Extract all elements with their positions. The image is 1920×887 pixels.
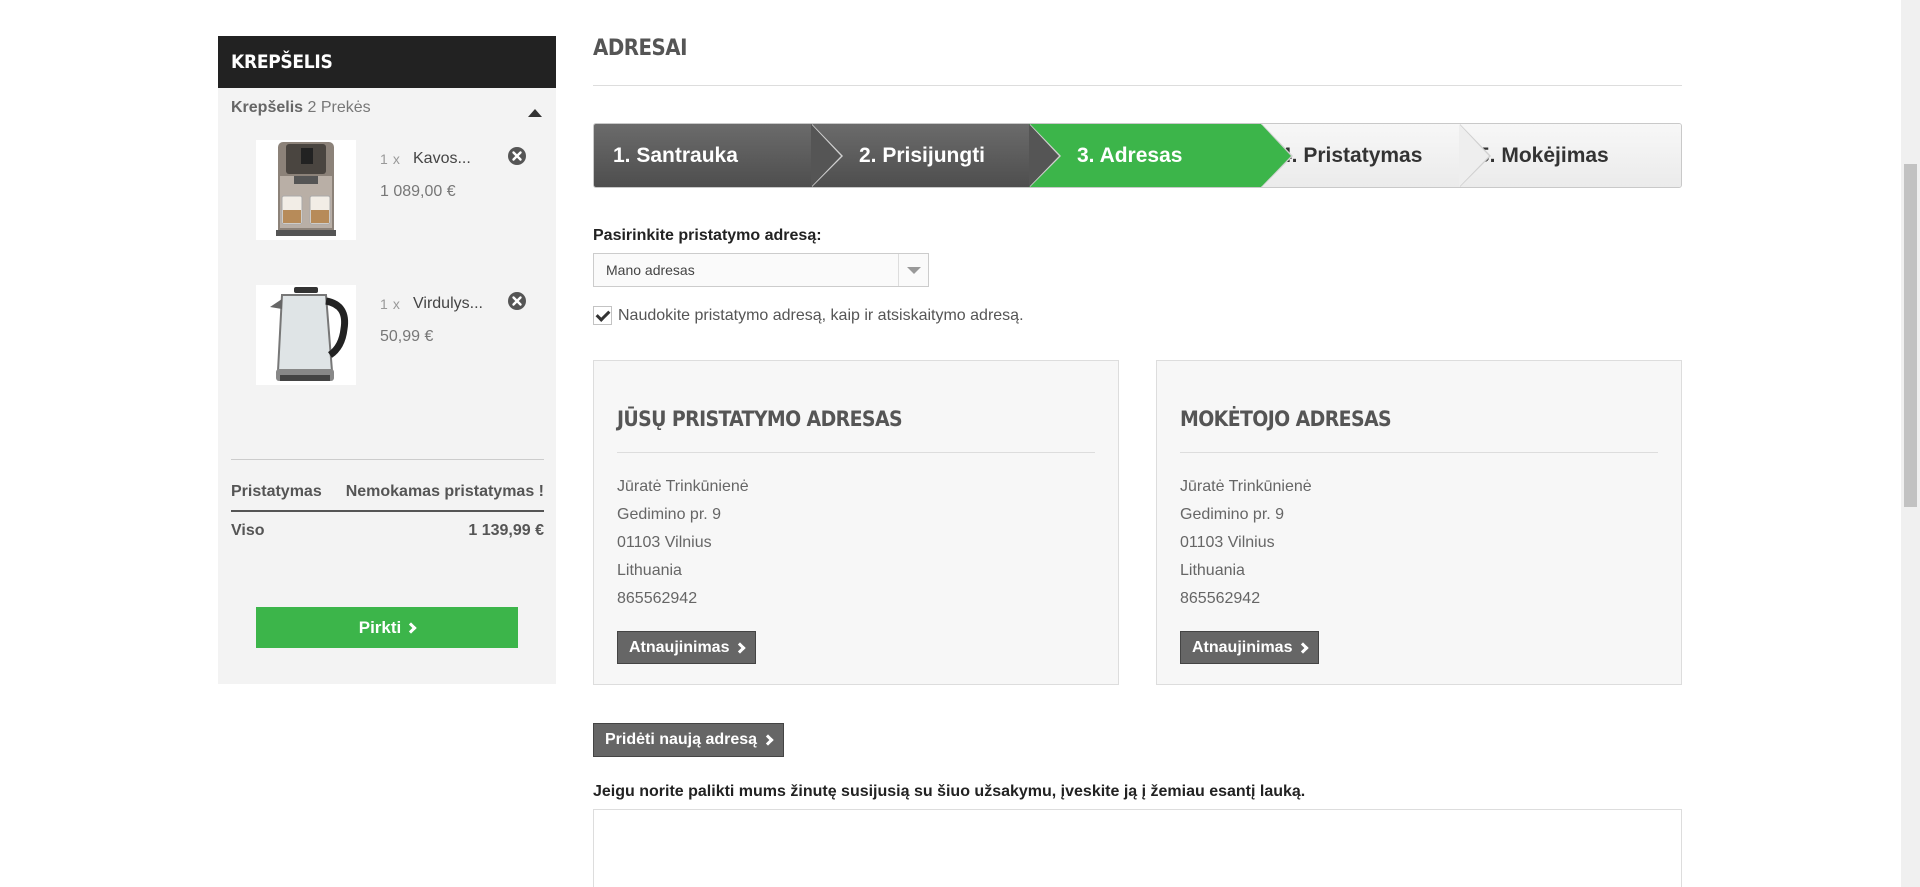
same-address-label: Naudokite pristatymo adresą, kaip ir ats… (618, 306, 1024, 324)
order-message-label: Jeigu norite palikti mums žinutę susijus… (593, 783, 1306, 800)
update-button-label: Atnaujinimas (629, 638, 730, 656)
chevron-down-icon (907, 267, 921, 274)
total-label: Viso (231, 522, 265, 539)
checkout-steps: 5. Mokėjimas 4. Pristatymas 3. Adresas 2… (593, 123, 1682, 188)
total-value: 1 139,99 € (468, 522, 544, 539)
collapse-up-icon[interactable] (528, 109, 542, 117)
same-address-checkbox[interactable] (593, 306, 612, 325)
item-name-link[interactable]: Kavos... (413, 150, 471, 168)
update-delivery-address-button[interactable]: Atnaujinimas (617, 631, 757, 664)
step-arrow (1029, 124, 1059, 187)
item-qty: 1 (380, 151, 388, 167)
address-line: Gedimino pr. 9 (1180, 506, 1285, 523)
title-divider (593, 85, 1682, 86)
address-line: Lithuania (1180, 562, 1245, 579)
step-payment: 5. Mokėjimas (1459, 124, 1681, 187)
cart-item: 1 x Virdulys... 50,99 € (218, 285, 556, 430)
item-qty: 1 (380, 296, 388, 312)
billing-address-title: MOKĖTOJO ADRESAS (1180, 403, 1658, 453)
address-line: Jūratė Trinkūnienė (1180, 478, 1312, 495)
dropdown-toggle[interactable] (898, 254, 928, 286)
cart-summary-label: Krepšelis (231, 99, 304, 116)
address-line: Jūratė Trinkūnienė (617, 478, 749, 495)
cart-item: 1 x Kavos... 1 089,00 € (218, 140, 556, 285)
buy-button[interactable]: Pirkti (256, 607, 518, 648)
chevron-right-icon (734, 641, 747, 654)
page-title: ADRESAI (593, 36, 687, 61)
item-price: 50,99 € (380, 328, 434, 345)
add-address-label: Pridėti naują adresą (605, 731, 758, 748)
update-billing-address-button[interactable]: Atnaujinimas (1180, 631, 1320, 664)
shipping-row: Pristatymas Nemokamas pristatymas ! (231, 460, 544, 512)
buy-button-label: Pirkti (358, 617, 402, 637)
item-name-link[interactable]: Virdulys... (413, 295, 483, 313)
same-address-option[interactable]: Naudokite pristatymo adresą, kaip ir ats… (593, 306, 1024, 325)
remove-item-icon[interactable] (507, 146, 527, 166)
step-address: 3. Adresas (1029, 124, 1293, 187)
address-line: 865562942 (617, 590, 698, 607)
step-arrow (1261, 124, 1291, 187)
step-arrow (811, 124, 841, 187)
address-line: Gedimino pr. 9 (617, 506, 722, 523)
step-label: 5. Mokėjimas (1478, 144, 1609, 167)
update-button-label: Atnaujinimas (1192, 638, 1293, 656)
step-summary[interactable]: 1. Santrauka (594, 124, 843, 187)
chevron-right-icon (405, 621, 417, 634)
step-arrow (1459, 124, 1489, 187)
cart-sidebar: KREPŠELIS Krepšelis 2 Prekės 1 x Kavos..… (218, 36, 556, 684)
billing-address-lines: Jūratė Trinkūnienė Gedimino pr. 9 01103 … (1180, 473, 1658, 613)
address-line: 01103 Vilnius (617, 534, 712, 551)
address-select-value: Mano adresas (606, 262, 695, 278)
address-line: 865562942 (1180, 590, 1261, 607)
cart-title: KREPŠELIS (218, 36, 556, 88)
step-label: 2. Prisijungti (859, 144, 986, 167)
address-line: Lithuania (617, 562, 682, 579)
step-login[interactable]: 2. Prisijungti (811, 124, 1061, 187)
chevron-right-icon (1297, 641, 1310, 654)
scrollbar-thumb[interactable] (1904, 164, 1917, 507)
coffee-machine-image[interactable] (256, 140, 356, 240)
delivery-address-box: JŪSŲ PRISTATYMO ADRESAS Jūratė Trinkūnie… (593, 360, 1119, 685)
billing-address-box: MOKĖTOJO ADRESAS Jūratė Trinkūnienė Gedi… (1156, 360, 1682, 685)
shipping-value: Nemokamas pristatymas ! (345, 483, 544, 500)
page-scrollbar[interactable] (1901, 0, 1920, 887)
step-label: 4. Pristatymas (1280, 144, 1423, 167)
add-new-address-button[interactable]: Pridėti naują adresą (593, 723, 785, 757)
total-row: Viso 1 139,99 € (231, 512, 544, 540)
address-select[interactable]: Mano adresas (593, 253, 929, 287)
shipping-label: Pristatymas (231, 483, 322, 500)
step-label: 3. Adresas (1077, 144, 1183, 167)
cart-totals: Pristatymas Nemokamas pristatymas ! Viso… (231, 459, 544, 540)
step-label: 1. Santrauka (613, 144, 738, 167)
chevron-right-icon (762, 734, 774, 746)
delivery-address-title: JŪSŲ PRISTATYMO ADRESAS (617, 403, 1095, 453)
item-qty-x: x (392, 151, 400, 167)
item-qty-x: x (392, 296, 400, 312)
cart-item-count: 2 Prekės (307, 99, 371, 116)
address-select-label: Pasirinkite pristatymo adresą: (593, 227, 822, 244)
item-price: 1 089,00 € (380, 183, 456, 200)
remove-item-icon[interactable] (507, 291, 527, 311)
cart-summary-toggle[interactable]: Krepšelis 2 Prekės (218, 88, 556, 136)
address-line: 01103 Vilnius (1180, 534, 1275, 551)
kettle-image[interactable] (256, 285, 356, 385)
delivery-address-lines: Jūratė Trinkūnienė Gedimino pr. 9 01103 … (617, 473, 1095, 613)
order-message-textarea[interactable] (593, 809, 1682, 887)
